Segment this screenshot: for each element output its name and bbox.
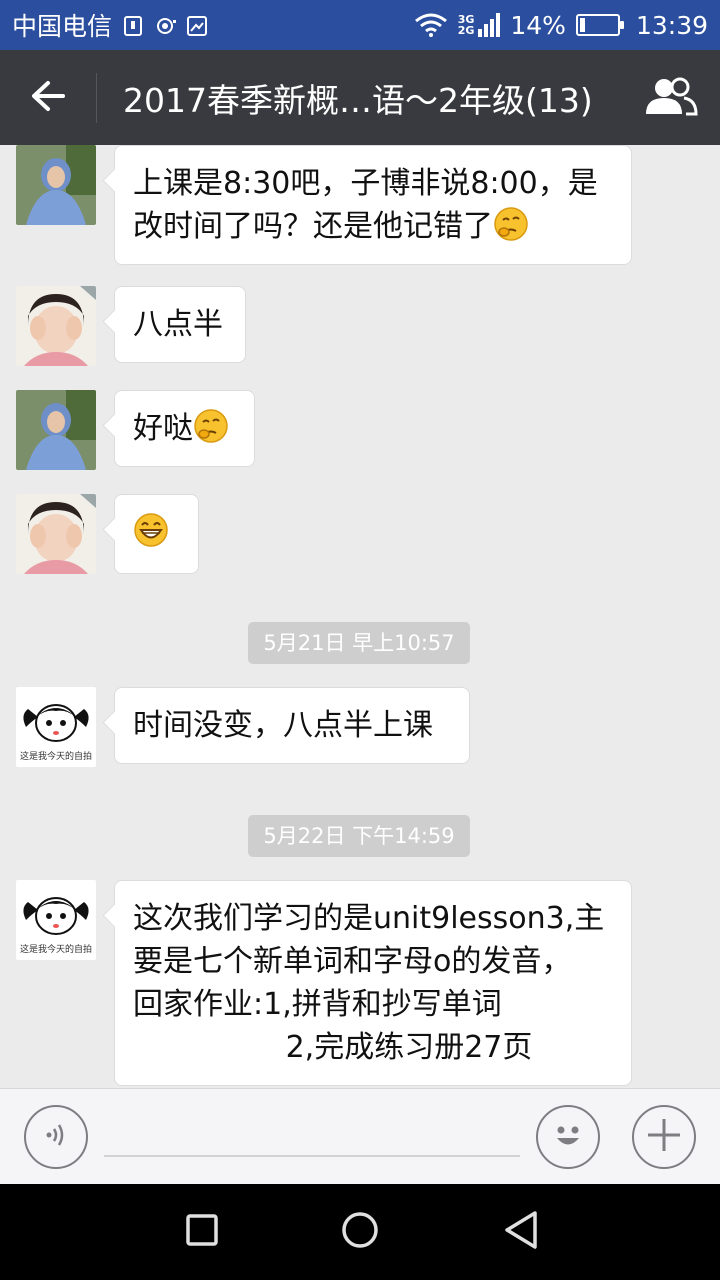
- clock: 13:39: [635, 10, 708, 40]
- network-type: 3G 2G: [458, 14, 475, 36]
- child-hands-face-avatar[interactable]: [16, 286, 96, 366]
- message-bubble[interactable]: 上课是8:30吧，子博非说8:00，是 改时间了吗？还是他记错了: [114, 145, 632, 265]
- nav-back-button[interactable]: [502, 1210, 542, 1254]
- notification-camera-icon: [154, 14, 177, 36]
- signal-icon: [478, 13, 501, 37]
- notification-message-icon: [122, 14, 144, 36]
- message-text: 这次我们学习的是unit9lesson3,主 要是七个新单词和字母o的发音， 回…: [133, 901, 605, 1065]
- message-bubble[interactable]: [114, 494, 199, 574]
- message-text: 好哒: [133, 411, 193, 446]
- cartoon-selfie-avatar[interactable]: 这是我今天的自拍: [16, 880, 96, 960]
- girl-blue-scarf-avatar[interactable]: [16, 390, 96, 470]
- android-nav-bar: [0, 1184, 720, 1280]
- timestamp-divider: 5月22日 下午14:59: [248, 815, 470, 857]
- message-text: 时间没变，八点半上课: [133, 708, 433, 743]
- chat-header: 2017春季新概…语～2年级(13): [0, 50, 720, 145]
- plus-icon: [646, 1117, 682, 1157]
- status-left: 中国电信: [12, 7, 208, 43]
- message-bubble[interactable]: 时间没变，八点半上课: [114, 687, 470, 764]
- voice-button[interactable]: [24, 1105, 88, 1169]
- cartoon-selfie-avatar[interactable]: 这是我今天的自拍: [16, 687, 96, 767]
- voice-icon: [41, 1120, 71, 1154]
- grinning-emoji-icon: [133, 512, 169, 548]
- status-right: 3G 2G 14% 13:39: [414, 11, 708, 40]
- child-hands-face-avatar[interactable]: [16, 494, 96, 574]
- smiley-icon: [548, 1115, 588, 1159]
- message-bubble[interactable]: 这次我们学习的是unit9lesson3,主 要是七个新单词和字母o的发音， 回…: [114, 880, 632, 1086]
- square-icon: [185, 1213, 219, 1251]
- status-bar: 中国电信 3G 2G 14% 13:39: [0, 0, 720, 50]
- battery-level: [579, 18, 585, 32]
- chat-input-bar: [0, 1088, 720, 1184]
- avatar-caption: 这是我今天的自拍: [20, 943, 92, 955]
- more-button[interactable]: [632, 1105, 696, 1169]
- arrow-left-icon: [30, 80, 66, 116]
- triangle-back-icon: [503, 1210, 541, 1254]
- group-info-button[interactable]: [620, 50, 720, 145]
- message-input[interactable]: [104, 1109, 520, 1157]
- message-bubble[interactable]: 好哒: [114, 390, 255, 467]
- recents-button[interactable]: [182, 1212, 222, 1252]
- emoji-button[interactable]: [536, 1105, 600, 1169]
- avatar-caption: 这是我今天的自拍: [20, 750, 92, 762]
- message-list[interactable]: 上课是8:30吧，子博非说8:00，是 改时间了吗？还是他记错了 八点半 好哒 …: [0, 145, 720, 1088]
- home-button[interactable]: [340, 1212, 380, 1252]
- carrier-label: 中国电信: [12, 12, 113, 41]
- chat-title: 2017春季新概…语～2年级(13): [123, 80, 593, 120]
- battery-icon: [575, 14, 624, 36]
- wifi-icon: [414, 13, 448, 37]
- thinking-emoji-icon: [193, 408, 229, 444]
- back-button[interactable]: [0, 50, 96, 145]
- timestamp-divider: 5月21日 早上10:57: [248, 622, 470, 664]
- thinking-emoji-icon: [493, 206, 529, 242]
- network-type-bottom: 2G: [457, 24, 475, 37]
- circle-icon: [340, 1210, 380, 1254]
- message-bubble[interactable]: 八点半: [114, 286, 246, 363]
- message-text: 八点半: [133, 307, 223, 342]
- group-members-icon: [642, 76, 698, 120]
- notification-image-icon: [186, 14, 208, 36]
- battery-percent: 14%: [510, 10, 566, 40]
- girl-blue-scarf-avatar[interactable]: [16, 145, 96, 225]
